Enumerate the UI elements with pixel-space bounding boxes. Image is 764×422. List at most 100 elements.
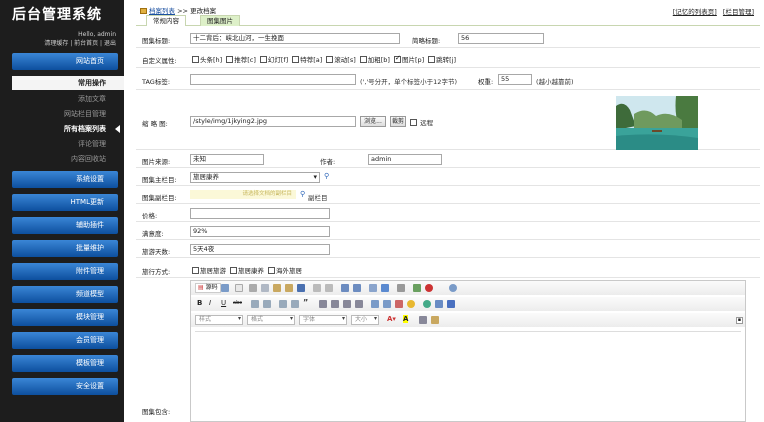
flag-icon[interactable]	[447, 300, 455, 308]
sub-add-article[interactable]: 添加文章	[12, 92, 124, 107]
print-icon[interactable]	[397, 284, 405, 292]
thumb-path-input[interactable]: /style/img/1jkying2.jpg	[190, 116, 356, 127]
nav-site-home[interactable]: 网站首页	[12, 53, 118, 70]
rich-text-editor[interactable]: ▤ 源码 B I U abc ” 样式 ▾ 格式 ▾ 字体 ▾ 大小 ▾ A▾ …	[190, 280, 746, 422]
thumbnail-image	[616, 96, 698, 150]
days-input[interactable]: 5天4夜	[190, 244, 330, 255]
align-right-icon[interactable]	[343, 300, 351, 308]
redo-icon[interactable]	[325, 284, 333, 292]
thumb-label: 缩 略 图:	[142, 120, 168, 128]
nav-templates[interactable]: 模板管理	[12, 355, 118, 372]
tab-general[interactable]: 常规内容	[146, 15, 186, 26]
underline-icon[interactable]: U	[221, 299, 226, 307]
sub-column-manage[interactable]: 网站栏目管理	[12, 107, 124, 122]
mode-checkbox[interactable]	[268, 266, 275, 274]
author-input[interactable]: admin	[368, 154, 442, 165]
attr-checkbox[interactable]	[359, 55, 367, 63]
sub-recycle-bin[interactable]: 内容回收站	[12, 152, 124, 167]
smiley-icon[interactable]	[407, 300, 415, 308]
unordered-list-icon[interactable]	[263, 300, 271, 308]
maximize-icon[interactable]	[419, 316, 427, 324]
special-char-icon[interactable]	[423, 300, 431, 308]
align-center-icon[interactable]	[331, 300, 339, 308]
show-blocks-icon[interactable]	[431, 316, 439, 324]
indent-icon[interactable]	[291, 300, 299, 308]
sub-all-archives[interactable]: 所有档案列表	[12, 122, 124, 137]
user-links[interactable]: 清理缓存 | 前台首页 | 退出	[0, 39, 124, 49]
strike-icon[interactable]: abc	[233, 300, 242, 306]
align-justify-icon[interactable]	[355, 300, 363, 308]
tag-input[interactable]	[190, 74, 356, 85]
flash-icon[interactable]	[425, 284, 433, 292]
remote-checkbox[interactable]	[410, 118, 417, 126]
save-icon[interactable]	[221, 284, 229, 292]
bg-color-icon[interactable]: A	[403, 315, 409, 323]
bold-icon[interactable]: B	[197, 299, 202, 307]
new-page-icon[interactable]	[235, 284, 243, 292]
editor-content-area[interactable]	[195, 331, 741, 421]
outdent-icon[interactable]	[279, 300, 287, 308]
nav-attachments[interactable]: 附件管理	[12, 263, 118, 280]
select-all-icon[interactable]	[369, 284, 377, 292]
sub-column-box[interactable]: 请选择文档的副栏目	[190, 190, 296, 199]
page-break-icon[interactable]	[435, 300, 443, 308]
title-input[interactable]: 十二背后：峡北山河，一生挽面	[190, 33, 400, 44]
ordered-list-icon[interactable]	[251, 300, 259, 308]
nav-batch[interactable]: 批量维护	[12, 240, 118, 257]
undo-icon[interactable]	[313, 284, 321, 292]
attr-checkbox[interactable]	[292, 55, 300, 63]
nav-security[interactable]: 安全设置	[12, 378, 118, 395]
mode-checkbox[interactable]	[192, 266, 199, 274]
nav-channel-models[interactable]: 频道模型	[12, 286, 118, 303]
nav-html-update[interactable]: HTML更新	[12, 194, 118, 211]
search-icon[interactable]: ⚲	[324, 172, 329, 180]
table-icon[interactable]	[449, 284, 457, 292]
sub-col-link[interactable]: 副栏目	[308, 192, 328, 202]
paste-text-icon[interactable]	[285, 284, 293, 292]
short-title-input[interactable]: 56	[458, 33, 544, 44]
replace-icon[interactable]	[353, 284, 361, 292]
section-common-ops[interactable]: 常用操作	[12, 76, 124, 90]
align-left-icon[interactable]	[319, 300, 327, 308]
unlink-icon[interactable]	[383, 300, 391, 308]
attr-checkbox[interactable]	[192, 55, 199, 63]
text-color-icon[interactable]: A▾	[387, 315, 396, 323]
style-select[interactable]: 样式	[195, 315, 243, 325]
size-select[interactable]: 大小	[351, 315, 379, 325]
anchor-icon[interactable]	[395, 300, 403, 308]
image-icon[interactable]	[413, 284, 421, 292]
blockquote-icon[interactable]: ”	[303, 298, 308, 307]
nav-plugins[interactable]: 辅助插件	[12, 217, 118, 234]
satisfaction-input[interactable]: 92%	[190, 226, 330, 237]
attr-checkbox[interactable]	[226, 55, 234, 63]
main-column-select[interactable]: 旅居康养	[190, 172, 320, 183]
link-icon[interactable]	[371, 300, 379, 308]
cut-icon[interactable]	[249, 284, 257, 292]
nav-modules[interactable]: 模块管理	[12, 309, 118, 326]
attr-checkbox[interactable]	[259, 55, 267, 63]
find-icon[interactable]	[341, 284, 349, 292]
crop-button[interactable]: 裁剪	[390, 116, 406, 127]
font-select[interactable]: 字体	[299, 315, 347, 325]
attr-checkbox[interactable]	[393, 54, 401, 63]
sub-comments[interactable]: 评论管理	[12, 137, 124, 152]
paste-icon[interactable]	[273, 284, 281, 292]
weight-input[interactable]: 55	[498, 74, 532, 85]
mode-checkbox[interactable]	[230, 266, 237, 274]
format-select[interactable]: 格式	[247, 315, 295, 325]
remove-format-icon[interactable]	[381, 284, 389, 292]
attr-checkbox[interactable]	[428, 55, 436, 63]
nav-system-settings[interactable]: 系统设置	[12, 171, 118, 188]
nav-members[interactable]: 会员管理	[12, 332, 118, 349]
browse-button[interactable]: 浏览...	[360, 116, 386, 127]
price-input[interactable]	[190, 208, 330, 219]
italic-icon[interactable]: I	[209, 299, 211, 307]
tab-gallery[interactable]: 图集图片	[200, 15, 240, 26]
attr-checkbox[interactable]	[326, 55, 334, 63]
search-icon[interactable]: ⚲	[300, 190, 305, 198]
source-code-button[interactable]: ▤ 源码	[195, 283, 221, 293]
copy-icon[interactable]	[261, 284, 269, 292]
paste-word-icon[interactable]	[297, 284, 305, 292]
source-input[interactable]: 未知	[190, 154, 264, 165]
collapse-toolbar-icon[interactable]: ▪	[736, 317, 743, 324]
